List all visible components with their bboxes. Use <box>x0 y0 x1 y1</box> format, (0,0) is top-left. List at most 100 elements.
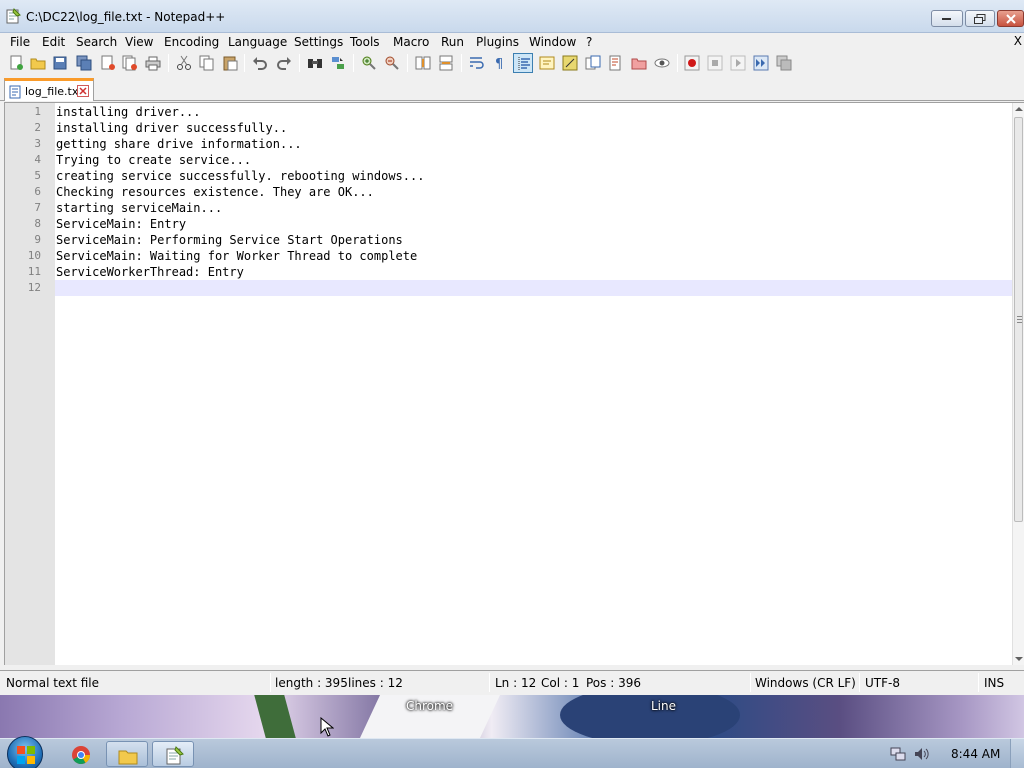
replace-icon[interactable] <box>328 53 348 73</box>
line-number: 11 <box>27 265 41 278</box>
status-lines: lines : 12 <box>348 676 403 690</box>
sync-horizontal-icon[interactable] <box>436 53 456 73</box>
vertical-scrollbar[interactable] <box>1012 103 1024 665</box>
stop-macro-icon[interactable] <box>705 53 725 73</box>
line-number: 3 <box>34 137 41 150</box>
tab-log-file[interactable]: log_file.txt <box>4 78 94 101</box>
menu-tools[interactable]: Tools <box>350 33 380 51</box>
editor-area[interactable]: 1 2 3 4 5 6 7 8 9 10 11 12 installing driver... inst… <box>4 102 1024 665</box>
code-line[interactable]: ServiceMain: Entry <box>56 216 186 232</box>
wallpaper-shape <box>560 695 740 738</box>
status-eol-format[interactable]: Windows (CR LF) <box>755 676 856 690</box>
code-line[interactable]: starting serviceMain... <box>56 200 222 216</box>
line-number: 10 <box>27 249 41 262</box>
code-line[interactable]: getting share drive information... <box>56 136 302 152</box>
menu-help[interactable]: ? <box>586 33 592 51</box>
menu-language[interactable]: Language <box>228 33 287 51</box>
monitoring-icon[interactable] <box>652 53 672 73</box>
zoom-out-icon[interactable] <box>382 53 402 73</box>
desktop-background: Chrome Line <box>0 695 1024 738</box>
function-list-icon[interactable] <box>560 53 580 73</box>
record-macro-icon[interactable] <box>682 53 702 73</box>
close-document-button[interactable]: X <box>1014 33 1022 48</box>
network-icon[interactable] <box>890 746 906 762</box>
status-separator <box>750 673 751 692</box>
code-line[interactable]: creating service successfully. rebooting… <box>56 168 424 184</box>
taskbar-explorer[interactable] <box>106 741 148 767</box>
scroll-up-arrow-icon[interactable] <box>1015 106 1023 111</box>
code-line[interactable]: ServiceMain: Performing Service Start Op… <box>56 232 403 248</box>
notepadpp-icon <box>166 746 184 765</box>
menu-window[interactable]: Window <box>529 33 576 51</box>
sync-vertical-icon[interactable] <box>413 53 433 73</box>
find-icon[interactable] <box>305 53 325 73</box>
document-list-icon[interactable] <box>629 53 649 73</box>
toolbar: ¶ <box>0 51 1024 76</box>
zoom-in-icon[interactable] <box>359 53 379 73</box>
notepadpp-app-icon[interactable] <box>5 8 21 24</box>
open-file-icon[interactable] <box>28 53 48 73</box>
close-window-button[interactable] <box>997 10 1024 27</box>
desktop-shortcut-chrome[interactable]: Chrome <box>406 699 453 713</box>
menu-macro[interactable]: Macro <box>393 33 429 51</box>
taskbar: 8:44 AM <box>0 736 1024 768</box>
print-icon[interactable] <box>143 53 163 73</box>
close-all-icon[interactable] <box>120 53 140 73</box>
tab-bar: log_file.txt <box>0 76 1024 101</box>
minimize-button[interactable] <box>931 10 963 27</box>
code-line[interactable]: installing driver successfully.. <box>56 120 287 136</box>
play-macro-icon[interactable] <box>728 53 748 73</box>
close-icon[interactable] <box>98 53 118 73</box>
code-line[interactable]: Trying to create service... <box>56 152 251 168</box>
volume-icon[interactable] <box>913 746 929 762</box>
maximize-button[interactable] <box>965 10 995 27</box>
taskbar-chrome[interactable] <box>60 741 102 767</box>
menu-plugins[interactable]: Plugins <box>476 33 519 51</box>
menu-edit[interactable]: Edit <box>42 33 65 51</box>
scroll-down-arrow-icon[interactable] <box>1015 657 1023 662</box>
cut-icon[interactable] <box>174 53 194 73</box>
redo-icon[interactable] <box>274 53 294 73</box>
scrollbar-thumb[interactable] <box>1014 117 1023 522</box>
menu-settings[interactable]: Settings <box>294 33 343 51</box>
toolbar-separator <box>407 54 408 72</box>
save-macro-icon[interactable] <box>774 53 794 73</box>
folder-icon <box>118 750 138 765</box>
save-all-icon[interactable] <box>74 53 94 73</box>
system-clock[interactable]: 8:44 AM <box>951 747 1000 761</box>
wallpaper-shape <box>254 695 296 738</box>
show-all-chars-icon[interactable]: ¶ <box>490 53 510 73</box>
status-insert-mode[interactable]: INS <box>984 676 1004 690</box>
folder-as-workspace-icon[interactable] <box>583 53 603 73</box>
show-desktop-button[interactable] <box>1010 739 1024 768</box>
save-icon[interactable] <box>50 53 70 73</box>
new-file-icon[interactable] <box>6 53 26 73</box>
taskbar-notepadpp[interactable] <box>152 741 194 767</box>
code-line[interactable]: Checking resources existence. They are O… <box>56 184 374 200</box>
code-line[interactable]: ServiceWorkerThread: Entry <box>56 264 244 280</box>
undo-icon[interactable] <box>250 53 270 73</box>
menu-search[interactable]: Search <box>76 33 117 51</box>
copy-icon[interactable] <box>197 53 217 73</box>
line-number-gutter: 1 2 3 4 5 6 7 8 9 10 11 12 <box>5 103 55 665</box>
word-wrap-icon[interactable] <box>467 53 487 73</box>
menu-view[interactable]: View <box>125 33 153 51</box>
text-content[interactable]: installing driver... installing driver su… <box>55 103 1013 665</box>
tab-close-icon[interactable] <box>77 85 89 97</box>
document-map-icon[interactable] <box>606 53 626 73</box>
indent-guide-icon[interactable] <box>513 53 533 73</box>
menu-file[interactable]: File <box>10 33 30 51</box>
code-line[interactable]: ServiceMain: Waiting for Worker Thread t… <box>56 248 417 264</box>
menu-run[interactable]: Run <box>441 33 464 51</box>
user-language-icon[interactable] <box>537 53 557 73</box>
code-line[interactable]: installing driver... <box>56 104 201 120</box>
menu-encoding[interactable]: Encoding <box>164 33 219 51</box>
svg-text:¶: ¶ <box>495 57 503 71</box>
desktop-shortcut-line[interactable]: Line <box>651 699 676 713</box>
window-title: C:\DC22\log_file.txt - Notepad++ <box>26 10 226 24</box>
run-macro-multiple-icon[interactable] <box>751 53 771 73</box>
start-button[interactable] <box>7 736 43 768</box>
toolbar-separator <box>168 54 169 72</box>
status-encoding[interactable]: UTF-8 <box>865 676 900 690</box>
paste-icon[interactable] <box>220 53 240 73</box>
